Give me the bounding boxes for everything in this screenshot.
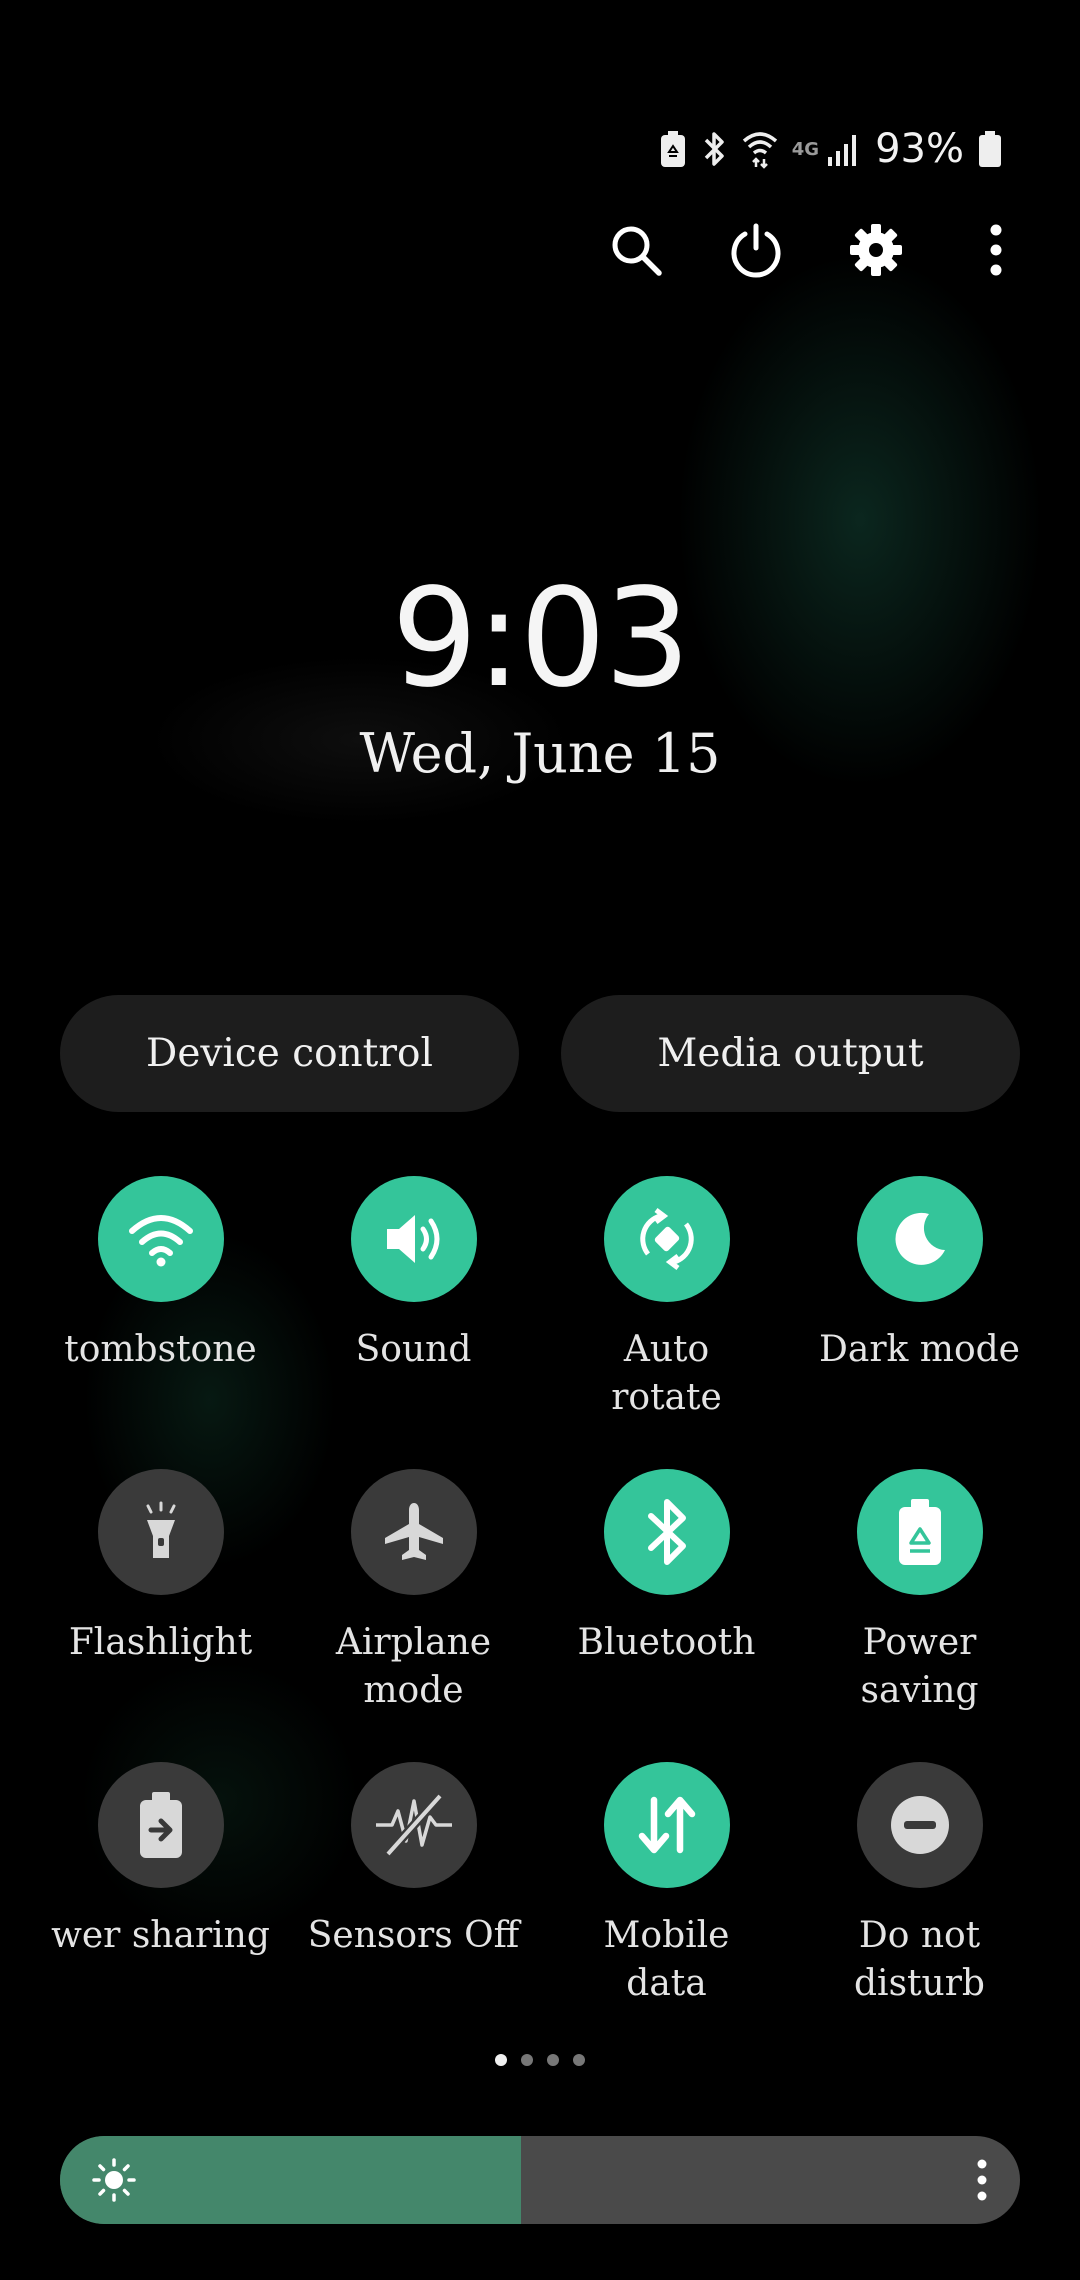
page-dot [573, 2054, 585, 2066]
battery-saver-status-icon [660, 130, 686, 168]
tile-label: Do not disturb [854, 1915, 985, 2004]
power-icon[interactable] [728, 222, 784, 278]
bluetooth-status-icon [700, 129, 728, 169]
more-vert-icon[interactable] [968, 222, 1024, 278]
sound-icon[interactable] [350, 1176, 477, 1302]
wireless-power-sharing-icon[interactable] [97, 1762, 224, 1888]
tile-bluetooth[interactable]: Bluetooth [540, 1469, 793, 1762]
tile-label: Mobile data [603, 1915, 730, 2004]
settings-gear-icon[interactable] [848, 222, 904, 278]
airplane-icon[interactable] [350, 1469, 477, 1595]
page-dot [521, 2054, 533, 2066]
tile-label: Bluetooth [577, 1622, 756, 1663]
sensors-off-icon[interactable] [350, 1762, 477, 1888]
tile-label: Airplane mode [335, 1622, 492, 1711]
mobile-data-icon[interactable] [603, 1762, 730, 1888]
tile-wifi[interactable]: tombstone [34, 1176, 287, 1469]
search-icon[interactable] [608, 222, 664, 278]
tile-label: tombstone [64, 1329, 257, 1370]
page-indicator[interactable] [0, 2054, 1080, 2066]
signal-strength-icon [827, 131, 861, 167]
tile-mobile-data[interactable]: Mobile data [540, 1762, 793, 2055]
panel-actions [608, 222, 1024, 278]
tile-label: Power saving [860, 1622, 979, 1711]
auto-rotate-icon[interactable] [603, 1176, 730, 1302]
tile-label: Auto rotate [611, 1329, 722, 1418]
page-dot [495, 2054, 507, 2066]
tile-label: wer sharing [51, 1915, 270, 1956]
tile-do-not-disturb[interactable]: Do not disturb [793, 1762, 1046, 2055]
tile-label: Sound [355, 1329, 472, 1370]
tile-label: Sensors Off [307, 1915, 520, 1956]
device-control-button[interactable]: Device control [60, 995, 519, 1112]
clock-date[interactable]: Wed, June 15 [0, 722, 1080, 785]
tile-label: Dark mode [819, 1329, 1020, 1370]
media-output-button[interactable]: Media output [561, 995, 1020, 1112]
moon-icon[interactable] [856, 1176, 983, 1302]
wifi-icon[interactable] [97, 1176, 224, 1302]
brightness-more-icon[interactable] [972, 2156, 992, 2204]
tile-airplane-mode[interactable]: Airplane mode [287, 1469, 540, 1762]
sun-icon [92, 2158, 136, 2202]
flashlight-icon[interactable] [97, 1469, 224, 1595]
tile-power-saving[interactable]: Power saving [793, 1469, 1046, 1762]
battery-icon [978, 130, 1002, 168]
tile-dark-mode[interactable]: Dark mode [793, 1176, 1046, 1469]
tile-wireless-power-sharing[interactable]: wer sharing [34, 1762, 287, 2055]
power-saving-icon[interactable] [856, 1469, 983, 1595]
network-type-label: 4G [791, 138, 820, 160]
tile-label: Flashlight [68, 1622, 253, 1663]
bluetooth-icon[interactable] [603, 1469, 730, 1595]
tile-auto-rotate[interactable]: Auto rotate [540, 1176, 793, 1469]
do-not-disturb-icon[interactable] [856, 1762, 983, 1888]
status-bar: 4G 93% [660, 126, 1002, 172]
wifi-status-icon [742, 129, 778, 169]
tile-sound[interactable]: Sound [287, 1176, 540, 1469]
tile-sensors-off[interactable]: Sensors Off [287, 1762, 540, 2055]
quick-settings-grid: tombstone Sound Auto rotate Dark mode Fl… [34, 1176, 1046, 2055]
brightness-slider[interactable] [60, 2136, 1020, 2224]
battery-percentage: 93% [875, 126, 964, 172]
clock-time[interactable]: 9:03 [0, 560, 1080, 718]
page-dot [547, 2054, 559, 2066]
tile-flashlight[interactable]: Flashlight [34, 1469, 287, 1762]
